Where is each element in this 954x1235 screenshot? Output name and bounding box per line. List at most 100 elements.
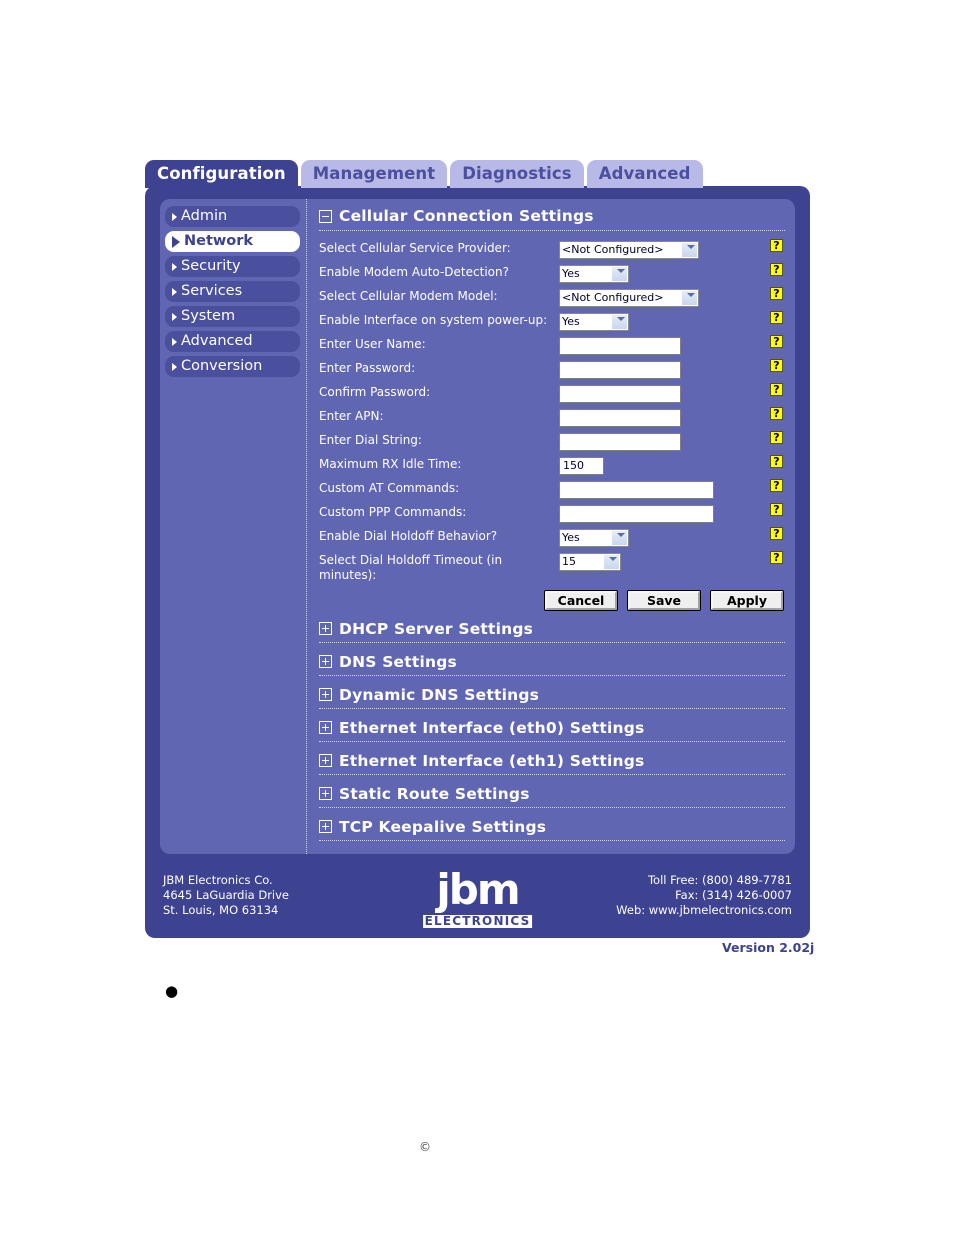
text-input-9[interactable] [559,456,604,475]
sidebar-item-conversion[interactable]: Conversion [165,356,300,377]
section-divider [319,675,785,676]
field-control [559,453,785,475]
section-header[interactable]: Ethernet Interface (eth0) Settings [319,717,785,738]
text-input-5[interactable] [559,360,681,379]
select-1[interactable]: Yes [559,264,629,283]
select-0[interactable]: <Not Configured> [559,240,699,259]
field-label: Maximum RX Idle Time: [319,457,462,471]
text-input-8[interactable] [559,432,681,451]
field-label: Confirm Password: [319,385,431,399]
collapse-minus-icon[interactable] [319,209,332,223]
sidebar-item-advanced[interactable]: Advanced [165,331,300,352]
help-icon[interactable]: ? [770,311,783,324]
select-3[interactable]: Yes [559,312,629,331]
text-input-6[interactable] [559,384,681,403]
section-divider [319,807,785,808]
help-icon[interactable]: ? [770,527,783,540]
form-row: Confirm Password:? [319,381,785,405]
tab-advanced[interactable]: Advanced [586,160,703,188]
field-label: Select Cellular Modem Model: [319,289,498,303]
field-label: Enable Modem Auto-Detection? [319,265,509,279]
sidebar-item-services[interactable]: Services [165,281,300,302]
tab-bar: Configuration Management Diagnostics Advanc… [145,160,703,188]
text-input-10[interactable] [559,480,714,499]
field-label: Enter Password: [319,361,416,375]
sidebar-item-network[interactable]: Network [165,231,300,252]
app-window-frame: Admin Network Security Services System Advanc… [145,186,810,938]
collapsed-section: DHCP Server Settings [319,618,785,643]
section-title: TCP Keepalive Settings [339,817,547,836]
field-control: 15 [559,549,785,571]
expand-plus-icon[interactable] [319,688,332,701]
help-icon[interactable]: ? [770,551,783,564]
field-control: <Not Configured> [559,285,785,307]
form-row: Maximum RX Idle Time:? [319,453,785,477]
expand-plus-icon[interactable] [319,655,332,668]
field-label: Enable Interface on system power-up: [319,313,548,327]
select-13[interactable]: 15 [559,552,621,571]
expand-plus-icon[interactable] [319,754,332,767]
section-title: Ethernet Interface (eth0) Settings [339,718,645,737]
section-divider [319,840,785,841]
collapsed-section: Ethernet Interface (eth1) Settings [319,750,785,775]
help-icon[interactable]: ? [770,287,783,300]
expand-plus-icon[interactable] [319,820,332,833]
help-icon[interactable]: ? [770,335,783,348]
help-icon[interactable]: ? [770,263,783,276]
text-input-11[interactable] [559,504,714,523]
apply-button[interactable]: Apply [711,591,783,610]
cancel-button[interactable]: Cancel [545,591,617,610]
section-header-cellular[interactable]: Cellular Connection Settings [319,205,785,227]
help-icon[interactable]: ? [770,503,783,516]
help-icon[interactable]: ? [770,479,783,492]
page-footer: JBM Electronics Co. 4645 LaGuardia Drive… [145,862,810,938]
form-row: Select Cellular Modem Model: <Not Configu… [319,285,785,309]
sidebar-item-admin[interactable]: Admin [165,206,300,227]
collapsed-section: Dynamic DNS Settings [319,684,785,709]
version-label: Version 2.02j [722,940,815,955]
expand-plus-icon[interactable] [319,622,332,635]
sidebar-item-system[interactable]: System [165,306,300,327]
form-row: Enter User Name:? [319,333,785,357]
section-header[interactable]: Ethernet Interface (eth1) Settings [319,750,785,771]
text-input-4[interactable] [559,336,681,355]
sidebar-item-security[interactable]: Security [165,256,300,277]
section-header[interactable]: DHCP Server Settings [319,618,785,639]
section-header[interactable]: DNS Settings [319,651,785,672]
triangle-right-icon [172,337,177,346]
field-label: Select Dial Holdoff Timeout (in minutes)… [319,553,503,582]
triangle-right-icon [172,312,177,321]
section-divider [319,774,785,775]
help-icon[interactable]: ? [770,455,783,468]
section-header[interactable]: TCP Keepalive Settings [319,816,785,837]
expand-plus-icon[interactable] [319,787,332,800]
collapsed-section: Static Route Settings [319,783,785,808]
tab-management[interactable]: Management [300,160,448,188]
select-12[interactable]: Yes [559,528,629,547]
tab-diagnostics[interactable]: Diagnostics [450,160,584,188]
help-icon[interactable]: ? [770,431,783,444]
footer-address: JBM Electronics Co. 4645 LaGuardia Drive… [163,873,290,917]
section-title: Ethernet Interface (eth1) Settings [339,751,645,770]
sidebar-item-label: Advanced [181,333,253,349]
help-icon[interactable]: ? [770,407,783,420]
section-header[interactable]: Dynamic DNS Settings [319,684,785,705]
save-button[interactable]: Save [628,591,700,610]
form-row: Enable Interface on system power-up: Yes? [319,309,785,333]
help-icon[interactable]: ? [770,359,783,372]
section-header[interactable]: Static Route Settings [319,783,785,804]
field-control: Yes [559,525,785,547]
help-icon[interactable]: ? [770,383,783,396]
text-input-7[interactable] [559,408,681,427]
expand-plus-icon[interactable] [319,721,332,734]
content-panel: Admin Network Security Services System Advanc… [160,199,795,854]
select-2[interactable]: <Not Configured> [559,288,699,307]
sidebar-item-label: Network [184,233,254,249]
field-control [559,333,785,355]
help-icon[interactable]: ? [770,239,783,252]
logo-wordmark: jbm [436,865,520,914]
sidebar-item-label: Security [181,258,241,274]
collapsed-section: TCP Keepalive Settings [319,816,785,841]
tab-configuration[interactable]: Configuration [145,160,298,188]
field-control [559,477,785,499]
